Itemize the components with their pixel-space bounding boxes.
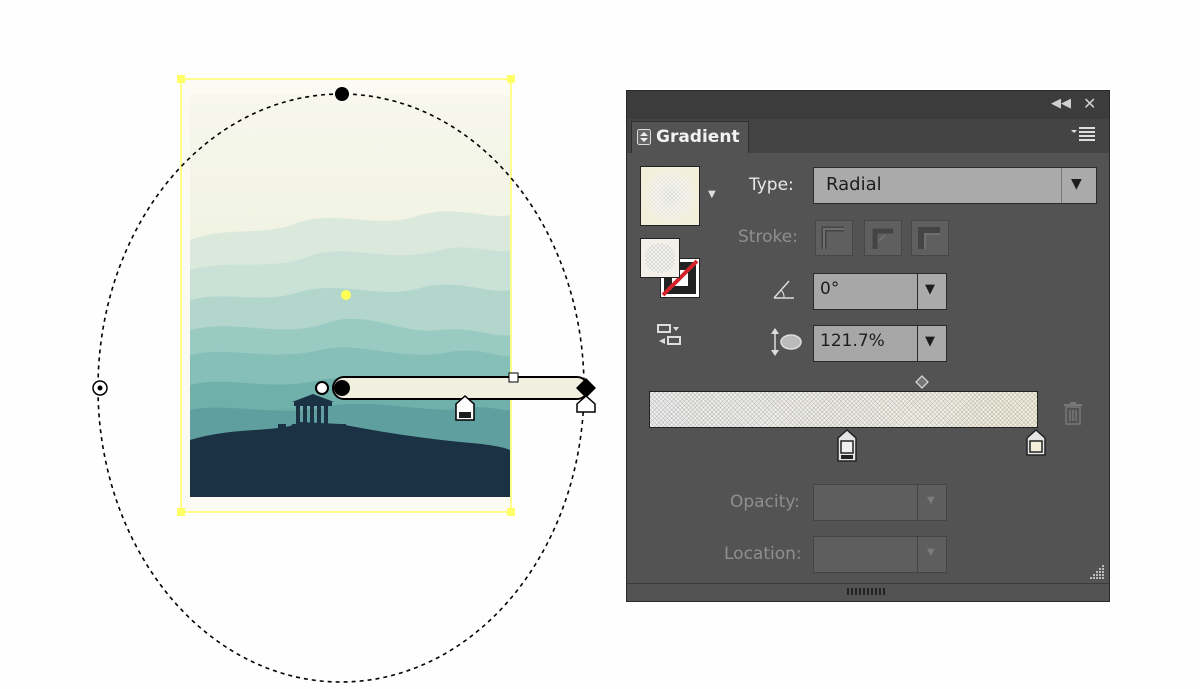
chevron-down-icon: ▼ <box>925 334 935 349</box>
chevron-down-icon: ▼ <box>1071 176 1082 192</box>
angle-icon <box>773 280 794 299</box>
location-input[interactable] <box>813 536 918 573</box>
ellipse-top-handle[interactable] <box>335 87 349 101</box>
chevron-down-icon: ▼ <box>925 282 935 297</box>
tab-collapse-icon[interactable] <box>637 129 651 145</box>
gradient-swatch[interactable] <box>640 166 700 226</box>
opacity-dropdown-arrow[interactable]: ▼ <box>917 484 947 521</box>
tab-gradient[interactable]: Gradient <box>631 121 749 153</box>
location-dropdown-arrow[interactable]: ▼ <box>917 536 947 573</box>
chevron-down-icon: ▼ <box>927 547 935 558</box>
chevron-down-icon: ▼ <box>927 495 935 506</box>
opacity-input[interactable] <box>813 484 918 521</box>
aspect-ratio-value: 121.7% <box>820 331 885 351</box>
angle-input[interactable]: 0° <box>813 273 918 310</box>
close-icon[interactable]: ✕ <box>1083 94 1096 113</box>
swatch-dropdown-arrow-icon[interactable]: ▼ <box>708 189 716 200</box>
panel-menu-icon[interactable] <box>1071 125 1097 143</box>
gradient-midpoint-diamond[interactable] <box>915 375 929 389</box>
tab-gradient-label: Gradient <box>656 127 740 147</box>
stroke-along-button[interactable] <box>864 220 902 256</box>
type-label: Type: <box>749 175 794 195</box>
location-label: Location: <box>724 544 802 564</box>
panel-tab-row: Gradient <box>627 119 1109 153</box>
aspect-ratio-input[interactable]: 121.7% <box>813 325 918 362</box>
angle-dropdown-arrow[interactable]: ▼ <box>917 273 947 310</box>
aspect-ratio-icon <box>771 328 802 356</box>
color-stop-1[interactable] <box>835 429 859 463</box>
gradient-annotator-bar[interactable] <box>315 372 596 400</box>
panel-titlebar[interactable]: ◀◀ ✕ <box>627 91 1109 120</box>
stroke-label: Stroke: <box>738 227 798 247</box>
gradient-panel: ◀◀ ✕ Gradient ▼ Type: Radial ▼ Stroke: 0… <box>626 90 1110 602</box>
gradient-slider-bar[interactable] <box>649 391 1038 428</box>
artboard-canvas[interactable] <box>0 0 620 689</box>
trash-icon[interactable] <box>1062 401 1084 425</box>
reverse-gradient-icon[interactable] <box>655 323 687 347</box>
type-value: Radial <box>826 174 882 195</box>
opacity-label: Opacity: <box>730 492 800 512</box>
aspect-dropdown-arrow[interactable]: ▼ <box>917 325 947 362</box>
panel-resize-gripper[interactable] <box>847 588 887 595</box>
type-dropdown-arrow[interactable]: ▼ <box>1061 168 1096 203</box>
stroke-within-button[interactable] <box>815 220 853 256</box>
type-dropdown[interactable]: Radial ▼ <box>813 167 1097 204</box>
stroke-across-button[interactable] <box>911 220 949 256</box>
angle-value: 0° <box>820 279 840 299</box>
resize-corner-icon[interactable] <box>1086 561 1106 581</box>
double-chevron-left-icon[interactable]: ◀◀ <box>1051 96 1071 111</box>
ellipse-left-handle[interactable] <box>92 380 108 396</box>
color-stop-2[interactable] <box>1024 429 1048 457</box>
panel-bottom-divider <box>627 583 1109 584</box>
fill-proxy[interactable] <box>640 238 680 278</box>
